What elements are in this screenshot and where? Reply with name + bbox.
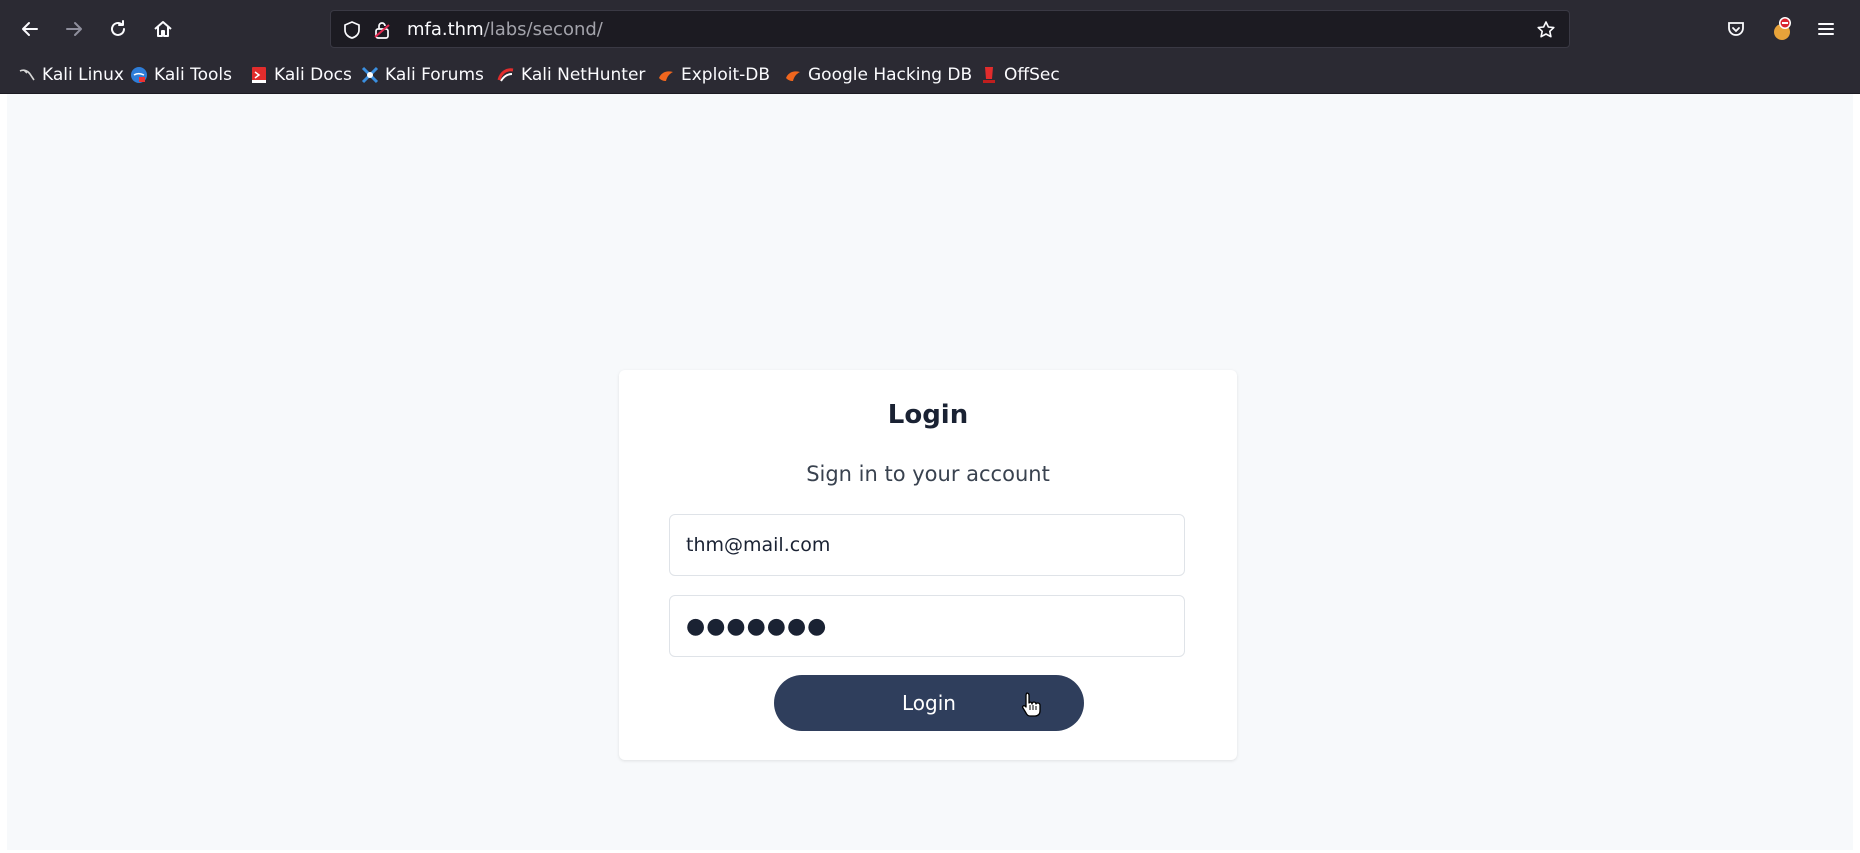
bookmark-label: Kali Tools — [154, 65, 232, 85]
browser-window: mfa.thm/labs/second/ Kali Linux Kali Too… — [0, 0, 1860, 853]
reload-icon[interactable] — [102, 13, 134, 45]
bookmark-kali-docs[interactable]: Kali Docs — [250, 62, 352, 88]
browser-toolbar: mfa.thm/labs/second/ — [0, 0, 1860, 58]
bookmark-label: OffSec — [1004, 65, 1060, 85]
bookmark-kali-linux[interactable]: Kali Linux — [18, 62, 124, 88]
back-icon[interactable] — [14, 13, 46, 45]
login-card: Login Sign in to your account Login — [619, 370, 1237, 760]
google-hacking-db-icon — [784, 66, 802, 84]
bookmark-star-icon[interactable] — [1535, 19, 1557, 41]
password-field[interactable] — [669, 595, 1185, 657]
tracking-protection-icon[interactable] — [341, 19, 363, 41]
bookmark-kali-nethunter[interactable]: Kali NetHunter — [497, 62, 645, 88]
menu-icon[interactable] — [1810, 13, 1842, 45]
page-frame-right — [1853, 94, 1860, 853]
email-field[interactable] — [669, 514, 1185, 576]
hand-cursor-icon — [1021, 692, 1041, 717]
bookmark-kali-forums[interactable]: Kali Forums — [361, 62, 484, 88]
pocket-icon[interactable] — [1720, 13, 1752, 45]
kali-tools-icon — [130, 66, 148, 84]
kali-forums-icon — [361, 66, 379, 84]
bookmark-label: Kali NetHunter — [521, 65, 646, 85]
bookmark-google-hacking-db[interactable]: Google Hacking DB — [784, 62, 972, 88]
kali-linux-icon — [18, 66, 36, 84]
bookmark-offsec[interactable]: OffSec — [980, 62, 1060, 88]
bookmark-kali-tools[interactable]: Kali Tools — [130, 62, 232, 88]
kali-nethunter-icon — [497, 66, 515, 84]
exploit-db-icon — [657, 66, 675, 84]
bookmark-label: Kali Forums — [385, 65, 484, 85]
url-text[interactable]: mfa.thm/labs/second/ — [407, 19, 603, 41]
bookmark-label: Kali Docs — [274, 65, 352, 85]
page-content: Login Sign in to your account Login — [7, 94, 1853, 850]
extension-icon[interactable] — [1766, 13, 1798, 45]
bookmark-label: Kali Linux — [42, 65, 124, 85]
url-path: /labs/second/ — [483, 19, 603, 40]
page-frame-left — [0, 94, 7, 853]
bookmark-label: Exploit-DB — [681, 65, 770, 85]
bookmarks-toolbar: Kali Linux Kali Tools Kali Docs Kali For… — [0, 58, 1860, 94]
bookmark-exploit-db[interactable]: Exploit-DB — [657, 62, 770, 88]
login-title: Login — [887, 400, 969, 430]
url-host: mfa.thm — [407, 19, 484, 40]
kali-docs-icon — [250, 66, 268, 84]
login-subtitle: Sign in to your account — [806, 462, 1050, 486]
insecure-lock-icon[interactable] — [371, 19, 393, 41]
address-bar[interactable]: mfa.thm/labs/second/ — [330, 10, 1570, 48]
forward-icon[interactable] — [58, 13, 90, 45]
home-icon[interactable] — [147, 13, 179, 45]
bookmark-label: Google Hacking DB — [808, 65, 973, 85]
offsec-icon — [980, 66, 998, 84]
